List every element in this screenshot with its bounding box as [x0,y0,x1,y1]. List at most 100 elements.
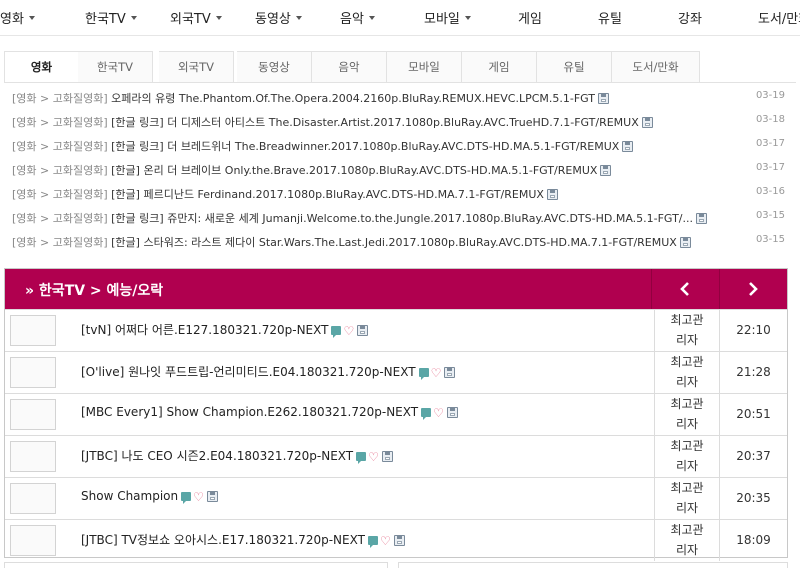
nav-item-mobile[interactable]: 모바일 [424,8,471,27]
tab-mobile[interactable]: 모바일 [387,51,462,83]
floppy-disk-icon [641,117,653,128]
list-item[interactable]: [영화 > 고화질영화] [한글 링크] 쥬만지: 새로운 세계 Jumanji… [12,206,787,230]
list-item[interactable]: [영화 > 고화질영화] [한글] 온리 더 브레이브 Only.the.Bra… [12,158,787,182]
tab-music[interactable]: 음악 [312,51,387,83]
thumbnail[interactable] [10,525,56,556]
next-panel-edge [398,562,788,568]
post-time: 20:37 [719,436,787,477]
tab-foreign-tv[interactable]: 외국TV [159,51,234,83]
post-time: 21:28 [719,352,787,393]
table-row[interactable]: [JTBC] TV정보쇼 오아시스.E17.180321.720p-NEXT ♡ … [5,519,787,561]
nav-item-lecture[interactable]: 강좌 [678,8,702,27]
chevron-right-icon [749,282,758,296]
floppy-disk-icon [381,451,393,462]
tab-game[interactable]: 게임 [462,51,537,83]
floppy-disk-icon [622,141,634,152]
chevron-down-icon [28,16,35,20]
list-item[interactable]: [영화 > 고화질영화] 오페라의 유령 The.Phantom.Of.The.… [12,86,787,110]
panel-title[interactable]: » 한국TV > 예능/오락 [25,280,163,300]
nav-item-korean-tv[interactable]: 한국TV [85,8,137,27]
top-navigation: 영화 한국TV 외국TV 동영상 음악 모바일 게임 유틸 강좌 도서/만화 [0,0,800,36]
list-item-category: [영화 > 고화질영화] [12,92,108,105]
nav-item-books[interactable]: 도서/만화 [758,8,800,27]
table-row[interactable]: [MBC Every1] Show Champion.E262.180321.7… [5,393,787,435]
list-item-date: 03-16 [755,186,785,197]
chevron-down-icon [215,16,222,20]
list-item-category: [영화 > 고화질영화] [12,164,108,177]
nav-item-video[interactable]: 동영상 [255,8,302,27]
thumbnail[interactable] [10,441,56,472]
uploader: 최고관 리자 [654,520,719,561]
list-item[interactable]: [영화 > 고화질영화] [한글] 페르디난드 Ferdinand.2017.1… [12,182,787,206]
list-item-category: [영화 > 고화질영화] [12,140,108,153]
list-item-title[interactable]: [한글] 페르디난드 Ferdinand.2017.1080p.BluRay.A… [111,188,544,201]
table-row[interactable]: [O'live] 원나잇 푸드트립-언리미티드.E04.180321.720p-… [5,351,787,393]
thumbnail[interactable] [10,483,56,514]
post-title[interactable]: [MBC Every1] Show Champion.E262.180321.7… [81,405,418,419]
table-row[interactable]: [tvN] 어쩌다 어른.E127.180321.720p-NEXT ♡ 최고관 리… [5,309,787,351]
post-time: 22:10 [719,310,787,351]
thumbnail[interactable] [10,357,56,388]
list-item-title[interactable]: [한글 링크] 더 브레드위너 The.Breadwinner.2017.108… [111,140,619,153]
comment-icon [418,368,429,380]
list-item-title[interactable]: [한글] 스타워즈: 라스트 제다이 Star.Wars.The.Last.Je… [111,236,677,249]
list-item-title[interactable]: [한글 링크] 쥬만지: 새로운 세계 Jumanji.Welcome.to.t… [111,212,693,225]
next-button[interactable] [719,269,787,309]
heart-icon: ♡ [379,534,391,548]
floppy-disk-icon [600,165,612,176]
list-item[interactable]: [영화 > 고화질영화] [한글] 스타워즈: 라스트 제다이 Star.War… [12,230,787,254]
post-title[interactable]: [JTBC] TV정보쇼 오아시스.E17.180321.720p-NEXT [81,533,365,547]
post-time: 20:51 [719,394,787,435]
post-title[interactable]: [tvN] 어쩌다 어른.E127.180321.720p-NEXT [81,323,328,337]
uploader: 최고관 리자 [654,352,719,393]
list-item-category: [영화 > 고화질영화] [12,116,108,129]
tab-util[interactable]: 유틸 [537,51,612,83]
floppy-disk-icon [206,491,218,502]
comment-icon [331,326,342,338]
chevron-down-icon [130,16,137,20]
list-item[interactable]: [영화 > 고화질영화] [한글 링크] 더 디제스터 아티스트 The.Dis… [12,110,787,134]
post-title[interactable]: Show Champion [81,489,178,503]
comment-icon [421,408,432,420]
tab-video[interactable]: 동영상 [237,51,312,83]
table-row[interactable]: [JTBC] 나도 CEO 시즌2.E04.180321.720p-NEXT ♡ … [5,435,787,477]
uploader: 최고관 리자 [654,394,719,435]
list-item[interactable]: [영화 > 고화질영화] [한글 링크] 더 브레드위너 The.Breadwi… [12,134,787,158]
floppy-disk-icon [446,407,458,418]
list-item-title[interactable]: 오페라의 유령 The.Phantom.Of.The.Opera.2004.21… [111,92,595,105]
thumbnail[interactable] [10,399,56,430]
list-item-category: [영화 > 고화질영화] [12,236,108,249]
list-item-date: 03-17 [755,162,785,173]
list-item-category: [영화 > 고화질영화] [12,188,108,201]
post-time: 18:09 [719,520,787,561]
tab-divider [4,82,796,83]
uploader: 최고관 리자 [654,310,719,351]
list-item-date: 03-18 [755,114,785,125]
post-title[interactable]: [O'live] 원나잇 푸드트립-언리미티드.E04.180321.720p-… [81,365,416,379]
thumbnail[interactable] [10,315,56,346]
nav-item-game[interactable]: 게임 [518,8,542,27]
floppy-disk-icon [598,93,610,104]
list-item-title[interactable]: [한글] 온리 더 브레이브 Only.the.Brave.2017.1080p… [111,164,597,177]
category-tabs: 영화 한국TV 외국TV 동영상 음악 모바일 게임 유틸 도서/만화 [4,51,700,83]
comment-icon [367,536,378,548]
table-row[interactable]: Show Champion ♡ 최고관 리자 20:35 [5,477,787,519]
list-item-title[interactable]: [한글 링크] 더 디제스터 아티스트 The.Disaster.Artist.… [111,116,639,129]
nav-item-music[interactable]: 음악 [340,8,375,27]
previous-button[interactable] [651,269,719,309]
floppy-disk-icon [393,535,405,546]
post-title[interactable]: [JTBC] 나도 CEO 시즌2.E04.180321.720p-NEXT [81,449,353,463]
heart-icon: ♡ [368,450,379,464]
korean-tv-panel: » 한국TV > 예능/오락 [tvN] 어쩌다 어른.E127.180321.… [4,268,788,561]
pager-controls [651,269,787,309]
tab-movie[interactable]: 영화 [4,51,79,83]
tab-books[interactable]: 도서/만화 [612,51,700,83]
chevron-down-icon [464,16,471,20]
list-item-date: 03-17 [755,138,785,149]
nav-item-util[interactable]: 유틸 [598,8,622,27]
uploader: 최고관 리자 [654,436,719,477]
tab-korean-tv[interactable]: 한국TV [78,51,153,83]
nav-item-foreign-tv[interactable]: 외국TV [170,8,222,27]
floppy-disk-icon [695,213,707,224]
nav-item-movie[interactable]: 영화 [0,8,35,27]
